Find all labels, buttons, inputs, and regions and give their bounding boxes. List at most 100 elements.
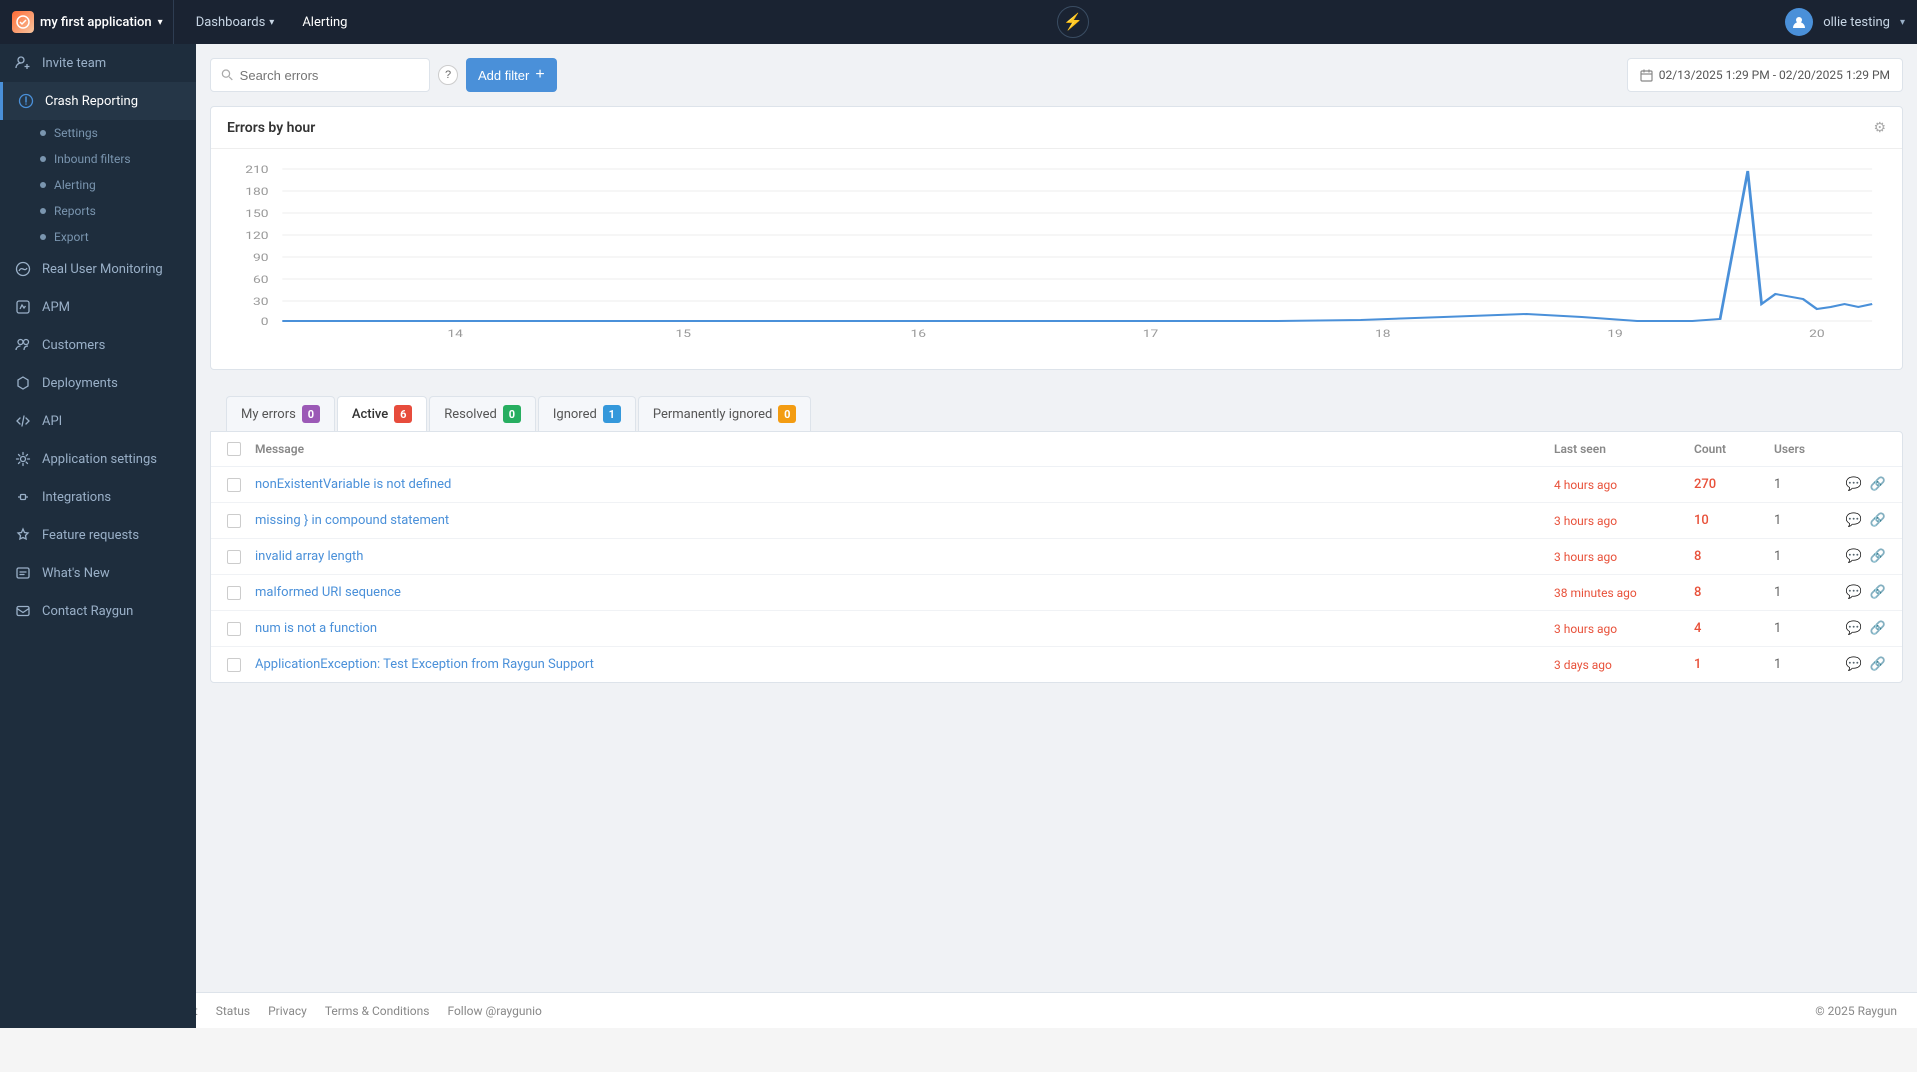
date-range-text: 02/13/2025 1:29 PM - 02/20/2025 1:29 PM [1659, 68, 1890, 82]
sidebar-item-whats-new[interactable]: What's New [0, 554, 196, 592]
sidebar-sub-alerting[interactable]: Alerting [40, 172, 196, 198]
sidebar-sub-inbound-filters[interactable]: Inbound filters [40, 146, 196, 172]
link-icon[interactable]: 🔗 [1870, 621, 1886, 636]
sidebar-item-invite-team[interactable]: Invite team [0, 44, 196, 82]
table-row: invalid array length 3 hours ago 8 1 💬 🔗 [211, 539, 1902, 575]
comment-icon[interactable]: 💬 [1846, 549, 1862, 564]
contact-icon [14, 602, 32, 620]
nav-alerting[interactable]: Alerting [288, 0, 361, 44]
last-seen: 4 hours ago [1554, 478, 1694, 492]
user-name[interactable]: ollie testing [1823, 15, 1890, 30]
sidebar-item-rum[interactable]: Real User Monitoring [0, 250, 196, 288]
table-row: missing } in compound statement 3 hours … [211, 503, 1902, 539]
error-message-link[interactable]: missing } in compound statement [255, 513, 449, 528]
comment-icon[interactable]: 💬 [1846, 621, 1862, 636]
sidebar-item-contact[interactable]: Contact Raygun [0, 592, 196, 630]
dot-icon [40, 208, 46, 214]
svg-text:17: 17 [1143, 328, 1159, 339]
footer-copyright: © 2025 Raygun [1815, 1004, 1897, 1018]
link-icon[interactable]: 🔗 [1870, 513, 1886, 528]
tab-resolved[interactable]: Resolved 0 [429, 396, 536, 431]
comment-icon[interactable]: 💬 [1846, 513, 1862, 528]
select-all-checkbox[interactable] [227, 442, 241, 456]
sidebar-item-deployments[interactable]: Deployments [0, 364, 196, 402]
calendar-icon [1640, 69, 1653, 82]
row-actions: 💬 🔗 [1834, 657, 1886, 672]
row-checkbox [227, 622, 255, 636]
svg-text:60: 60 [253, 274, 269, 286]
ignored-badge: 1 [603, 405, 621, 423]
main-content: ? Add filter + 02/13/2025 1:29 PM - 02/2… [196, 44, 1917, 992]
link-icon[interactable]: 🔗 [1870, 477, 1886, 492]
link-icon[interactable]: 🔗 [1870, 657, 1886, 672]
table-row: num is not a function 3 hours ago 4 1 💬 … [211, 611, 1902, 647]
last-seen: 3 days ago [1554, 658, 1694, 672]
search-input[interactable] [240, 68, 419, 83]
sidebar-item-integrations[interactable]: Integrations [0, 478, 196, 516]
sidebar-item-apm[interactable]: APM [0, 288, 196, 326]
add-filter-button[interactable]: Add filter + [466, 58, 557, 92]
error-message-link[interactable]: ApplicationException: Test Exception fro… [255, 657, 594, 672]
error-message-link[interactable]: nonExistentVariable is not defined [255, 477, 451, 492]
sidebar-item-customers[interactable]: Customers [0, 326, 196, 364]
error-message-link[interactable]: num is not a function [255, 621, 377, 636]
link-icon[interactable]: 🔗 [1870, 585, 1886, 600]
svg-text:90: 90 [253, 252, 269, 264]
sidebar-sub-reports[interactable]: Reports [40, 198, 196, 224]
footer-terms[interactable]: Terms & Conditions [325, 1004, 430, 1018]
customers-icon [14, 336, 32, 354]
dot-icon [40, 234, 46, 240]
sidebar-sub-export[interactable]: Export [40, 224, 196, 250]
sidebar-sub-settings[interactable]: Settings [40, 120, 196, 146]
svg-text:150: 150 [245, 208, 269, 220]
comment-icon[interactable]: 💬 [1846, 657, 1862, 672]
footer-privacy[interactable]: Privacy [268, 1004, 307, 1018]
error-message-link[interactable]: invalid array length [255, 549, 363, 564]
row-actions: 💬 🔗 [1834, 621, 1886, 636]
date-range-picker[interactable]: 02/13/2025 1:29 PM - 02/20/2025 1:29 PM [1627, 58, 1903, 92]
crash-reporting-label: Crash Reporting [45, 94, 138, 109]
chart-settings-button[interactable]: ⚙ [1873, 119, 1886, 136]
comment-icon[interactable]: 💬 [1846, 585, 1862, 600]
row-actions: 💬 🔗 [1834, 585, 1886, 600]
footer-follow[interactable]: Follow @raygunio [447, 1004, 541, 1018]
app-icon [12, 11, 34, 33]
users: 1 [1774, 657, 1834, 672]
search-input-wrap [210, 58, 430, 92]
nav-dashboards[interactable]: Dashboards ▾ [182, 0, 289, 44]
users: 1 [1774, 477, 1834, 492]
tab-permanently-ignored[interactable]: Permanently ignored 0 [638, 396, 812, 431]
lightning-button[interactable]: ⚡ [1057, 6, 1089, 38]
integrations-label: Integrations [42, 490, 111, 505]
rum-icon [14, 260, 32, 278]
last-seen: 3 hours ago [1554, 622, 1694, 636]
my-errors-badge: 0 [302, 405, 320, 423]
feature-requests-label: Feature requests [42, 528, 139, 543]
table-row: malformed URI sequence 38 minutes ago 8 … [211, 575, 1902, 611]
users: 1 [1774, 621, 1834, 636]
sidebar-item-crash-reporting[interactable]: Crash Reporting [0, 82, 196, 120]
footer-status[interactable]: Status [216, 1004, 250, 1018]
dot-icon [40, 130, 46, 136]
sidebar-item-app-settings[interactable]: Application settings [0, 440, 196, 478]
svg-text:14: 14 [447, 328, 463, 339]
sidebar-item-label: Invite team [42, 56, 106, 71]
tab-ignored[interactable]: Ignored 1 [538, 396, 636, 431]
app-selector[interactable]: my first application ▾ [12, 0, 174, 44]
comment-icon[interactable]: 💬 [1846, 477, 1862, 492]
sidebar-item-api[interactable]: API [0, 402, 196, 440]
tab-my-errors[interactable]: My errors 0 [226, 396, 335, 431]
tab-active[interactable]: Active 6 [337, 396, 427, 431]
count: 10 [1694, 513, 1774, 528]
last-seen: 3 hours ago [1554, 514, 1694, 528]
error-message-link[interactable]: malformed URI sequence [255, 585, 401, 600]
svg-text:210: 210 [245, 164, 269, 176]
sidebar-item-feature-requests[interactable]: Feature requests [0, 516, 196, 554]
header-message: Message [255, 442, 1554, 456]
integrations-icon [14, 488, 32, 506]
svg-text:0: 0 [261, 316, 269, 328]
errors-by-hour-card: Errors by hour ⚙ 210 180 150 120 90 60 [210, 106, 1903, 370]
help-button[interactable]: ? [438, 65, 458, 85]
apm-label: APM [42, 300, 70, 315]
link-icon[interactable]: 🔗 [1870, 549, 1886, 564]
